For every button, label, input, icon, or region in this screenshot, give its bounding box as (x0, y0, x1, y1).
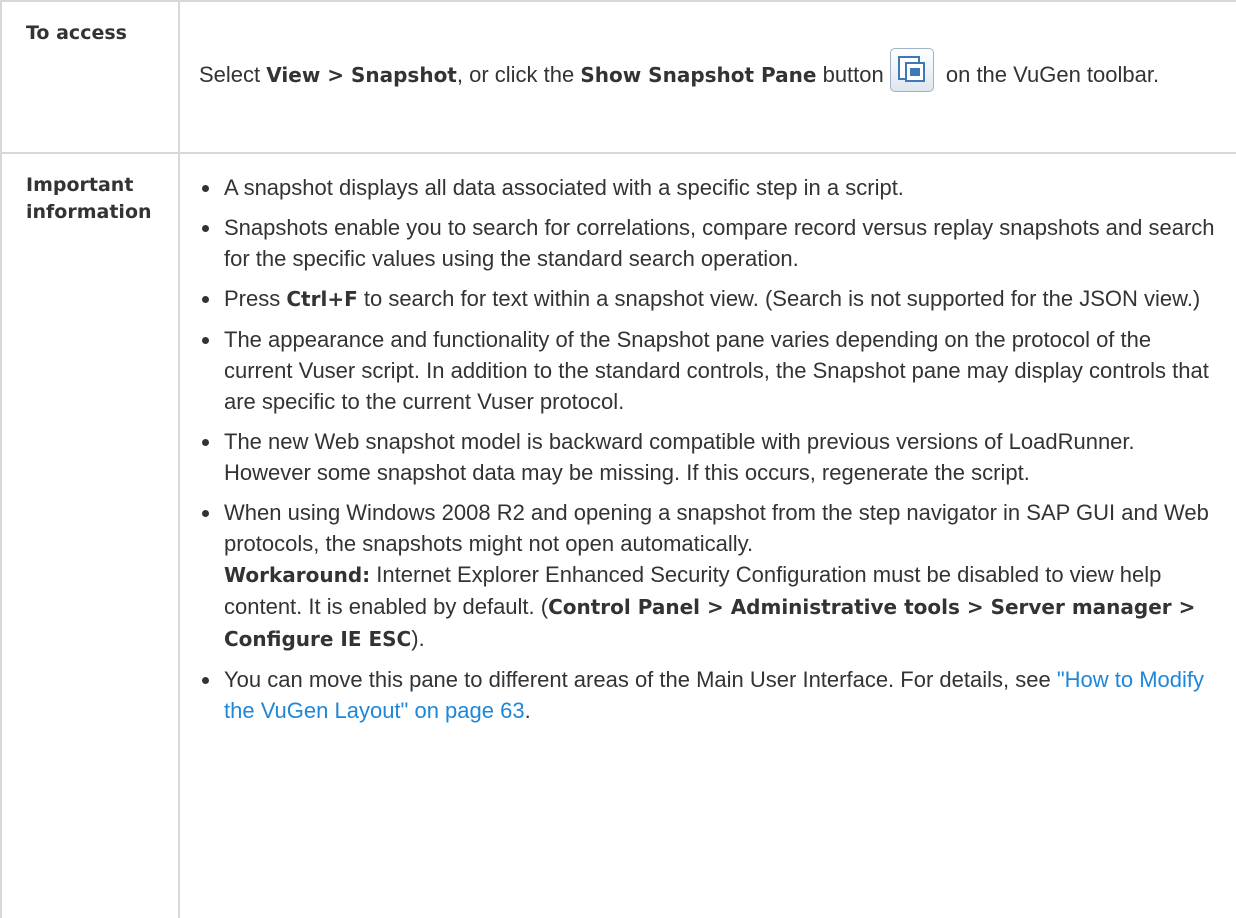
menu-path-view-snapshot: View > Snapshot (266, 63, 457, 87)
list-item: Snapshots enable you to search for corre… (199, 212, 1224, 274)
important-label: Important information (26, 172, 166, 226)
list-item-text: The new Web snapshot model is backward c… (224, 429, 1135, 485)
shortcut-ctrl-f: Ctrl+F (286, 287, 358, 311)
list-item: The new Web snapshot model is backward c… (199, 426, 1224, 488)
important-label-line: Important (26, 174, 134, 196)
bullet-icon (202, 677, 209, 684)
access-label: To access (26, 22, 127, 44)
column-divider (178, 0, 180, 918)
list-item-text: to search for text within a snapshot vie… (357, 286, 1201, 311)
access-text: on the VuGen toolbar. (939, 62, 1160, 87)
workaround-text: ). (411, 626, 425, 651)
list-item-text: When using Windows 2008 R2 and opening a… (224, 500, 1209, 556)
important-label-line: information (26, 201, 152, 223)
list-item-text: You can move this pane to different area… (224, 667, 1057, 692)
show-snapshot-pane-icon (889, 48, 934, 92)
table-top-border (0, 0, 1236, 2)
list-item: You can move this pane to different area… (199, 664, 1224, 726)
list-item-text: Snapshots enable you to search for corre… (224, 215, 1215, 271)
bullet-icon (202, 510, 209, 517)
list-item-text: A snapshot displays all data associated … (224, 175, 904, 200)
workaround-label: Workaround: (224, 563, 371, 587)
list-item-text: The appearance and functionality of the … (224, 327, 1209, 414)
list-item: The appearance and functionality of the … (199, 324, 1224, 417)
bullet-icon (202, 185, 209, 192)
list-item: A snapshot displays all data associated … (199, 172, 1224, 203)
bullet-icon (202, 439, 209, 446)
list-item: Press Ctrl+F to search for text within a… (199, 283, 1224, 315)
show-snapshot-pane-label: Show Snapshot Pane (580, 63, 817, 87)
bullet-icon (202, 337, 209, 344)
list-item-text: . (524, 698, 531, 723)
access-text: Select (199, 62, 267, 87)
info-table: To access Select View > Snapshot, or cli… (0, 0, 1236, 918)
info-list: A snapshot displays all data associated … (199, 172, 1224, 726)
row-divider (0, 152, 1236, 154)
table-left-border (0, 0, 2, 918)
bullet-icon (202, 296, 209, 303)
list-item: When using Windows 2008 R2 and opening a… (199, 497, 1224, 655)
access-text: , or click the (456, 62, 581, 87)
list-item-text: Press (224, 286, 287, 311)
bullet-icon (202, 225, 209, 232)
important-content: A snapshot displays all data associated … (199, 172, 1224, 735)
access-text: button (816, 62, 884, 87)
access-content: Select View > Snapshot, or click the Sho… (199, 33, 1224, 92)
